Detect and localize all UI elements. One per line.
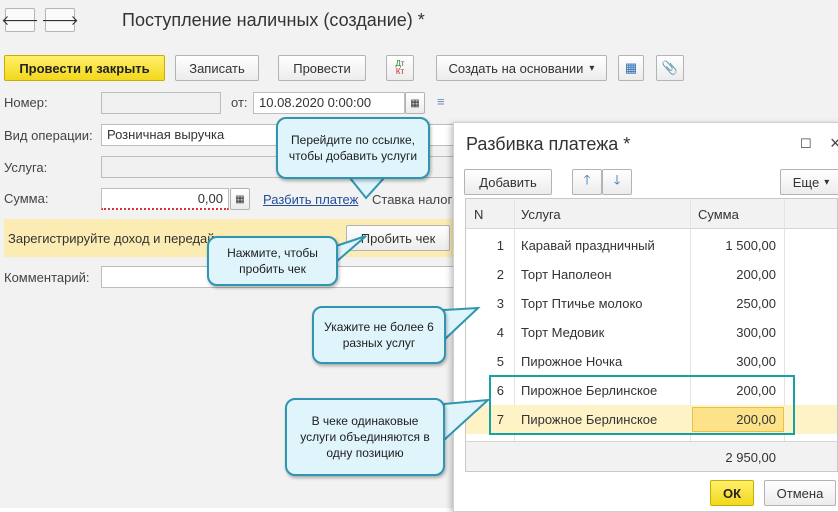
callout-merge: В чеке одинаковые услуги объединяются в … <box>285 398 445 476</box>
callout-split-link: Перейдите по ссылке, чтобы добавить услу… <box>276 117 430 179</box>
pointer-punch <box>335 235 367 265</box>
pointer-merge <box>443 398 491 443</box>
pointer-limit <box>443 306 481 343</box>
callout-limit: Укажите не более 6 разных услуг <box>312 306 446 364</box>
pointer-link <box>347 177 387 200</box>
callout-punch-receipt: Нажмите, чтобы пробить чек <box>207 236 338 286</box>
